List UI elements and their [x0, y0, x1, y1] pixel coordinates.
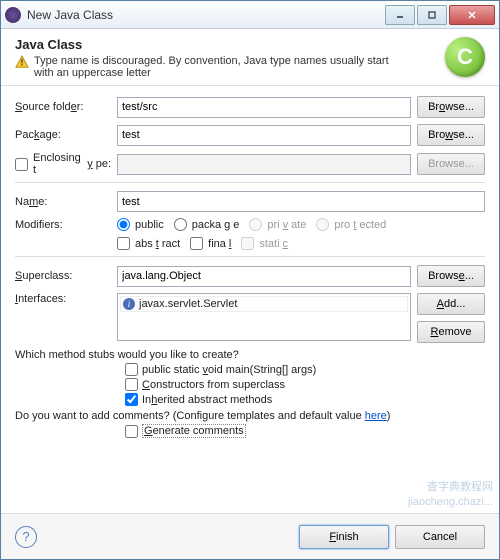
cancel-button[interactable]: Cancel: [395, 525, 485, 549]
radio-protected: protected: [316, 218, 386, 231]
stubs-question: Which method stubs would you like to cre…: [15, 349, 485, 361]
visibility-group: public package private protected: [117, 218, 386, 231]
window-title: New Java Class: [27, 8, 383, 22]
warning-icon: !: [15, 55, 29, 69]
package-input[interactable]: [117, 125, 411, 146]
name-input[interactable]: [117, 191, 485, 212]
browse-package-button[interactable]: Browse...: [417, 124, 485, 146]
titlebar: New Java Class: [1, 1, 499, 29]
interfaces-label: Interfaces:: [15, 293, 111, 305]
package-label: Package:: [15, 129, 111, 141]
dialog-footer: ? Finish Cancel: [1, 513, 499, 559]
separator2: [15, 256, 485, 257]
finish-button[interactable]: Finish: [299, 525, 389, 549]
source-folder-label: Source folder:: [15, 101, 111, 113]
dialog-body: Source folder: Browse... Package: Browse…: [1, 86, 499, 446]
browse-source-button[interactable]: Browse...: [417, 96, 485, 118]
interface-item[interactable]: i javax.servlet.Servlet: [120, 296, 408, 312]
add-interface-button[interactable]: Add...: [417, 293, 485, 315]
dialog-header: Java Class ! Type name is discouraged. B…: [1, 29, 499, 86]
class-badge-icon: C: [445, 37, 485, 77]
radio-private: private: [249, 218, 306, 231]
dialog-window: New Java Class Java Class ! Type name is…: [0, 0, 500, 560]
check-inherited[interactable]: [125, 393, 138, 406]
interfaces-list[interactable]: i javax.servlet.Servlet: [117, 293, 411, 341]
separator: [15, 182, 485, 183]
check-main[interactable]: [125, 363, 138, 376]
inherited-label: Inherited abstract methods: [142, 394, 272, 406]
constructors-label: Constructors from superclass: [142, 379, 285, 391]
superclass-label: Superclass:: [15, 270, 111, 282]
interface-text: javax.servlet.Servlet: [139, 298, 237, 310]
check-constructors[interactable]: [125, 378, 138, 391]
name-label: Name:: [15, 196, 111, 208]
check-static: static: [241, 237, 288, 250]
check-final[interactable]: final: [190, 237, 231, 250]
watermark: 查字典教程网 jiaocheng.chazi...: [408, 480, 493, 509]
generate-comments-label: Generate comments: [142, 424, 246, 438]
radio-package[interactable]: package: [174, 218, 240, 231]
modifiers-label: Modifiers:: [15, 219, 111, 231]
source-folder-input[interactable]: [117, 97, 411, 118]
enclosing-label: Enclosing type:: [15, 152, 111, 176]
main-label: public static void main(String[] args): [142, 364, 316, 376]
check-abstract[interactable]: abstract: [117, 237, 180, 250]
header-title: Java Class: [15, 37, 485, 52]
modifier-checks: abstract final static: [117, 237, 288, 250]
remove-interface-button[interactable]: Remove: [417, 321, 485, 343]
interface-icon: i: [123, 298, 135, 310]
warning-text: Type name is discouraged. By convention,…: [34, 55, 405, 79]
close-button[interactable]: [449, 5, 495, 25]
svg-text:!: !: [21, 58, 24, 68]
header-warning: ! Type name is discouraged. By conventio…: [15, 55, 405, 79]
check-generate-comments[interactable]: [125, 425, 138, 438]
app-icon: [5, 7, 21, 23]
enclosing-input: [117, 154, 411, 175]
here-link[interactable]: here: [365, 410, 387, 422]
browse-superclass-button[interactable]: Browse...: [417, 265, 485, 287]
browse-enclosing-button: Browse...: [417, 153, 485, 175]
minimize-button[interactable]: [385, 5, 415, 25]
radio-public[interactable]: public: [117, 218, 164, 231]
window-controls: [383, 5, 495, 25]
enclosing-checkbox[interactable]: [15, 158, 28, 171]
superclass-input[interactable]: [117, 266, 411, 287]
help-button[interactable]: ?: [15, 526, 37, 548]
comments-question: Do you want to add comments? (Configure …: [15, 410, 485, 422]
maximize-button[interactable]: [417, 5, 447, 25]
stubs-block: public static void main(String[] args) C…: [15, 363, 485, 406]
